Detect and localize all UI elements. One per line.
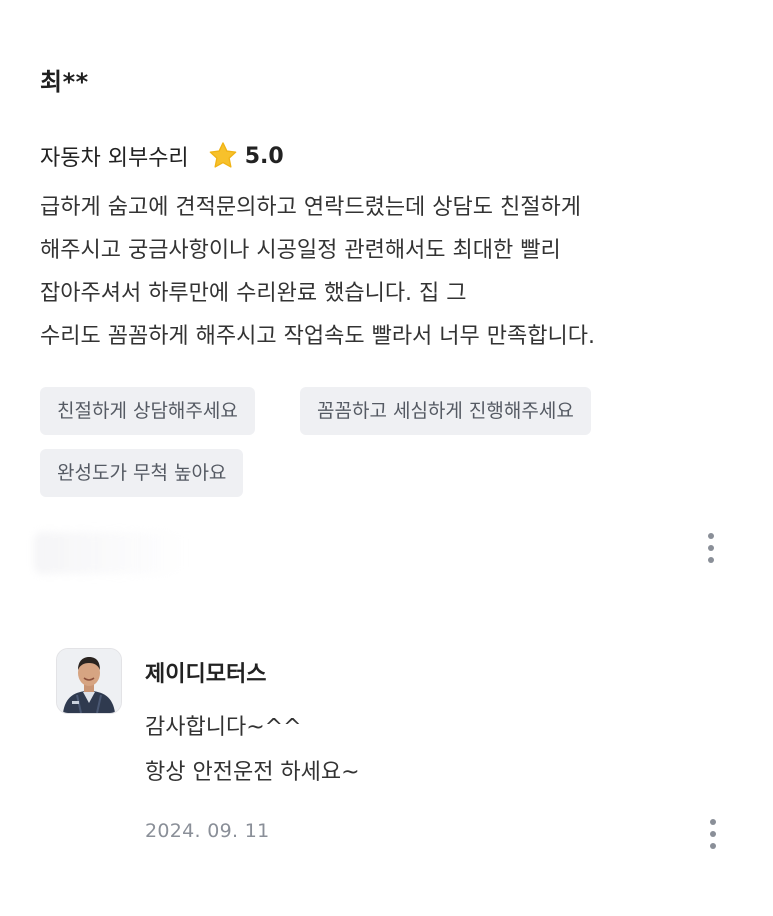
provider-avatar	[56, 648, 122, 714]
service-name: 자동차 외부수리	[40, 146, 189, 171]
provider-name: 제이디모터스	[145, 662, 267, 687]
review-text-line: 수리도 꼼꼼하게 해주시고 작업속도 빨라서 너무 만족합니다.	[40, 324, 595, 349]
review-tag: 꼼꼼하고 세심하게 진행해주세요	[300, 387, 591, 435]
review-text-line: 잡아주셔서 하루만에 수리완료 했습니다. 집 그	[40, 281, 467, 306]
more-vertical-icon	[708, 533, 714, 539]
reply-more-button[interactable]	[701, 814, 725, 854]
review-meta: 자동차 외부수리 5.0	[40, 138, 284, 174]
review-text-line: 급하게 숨고에 견적문의하고 연락드렸는데 상담도 친절하게	[40, 195, 581, 220]
star-icon	[207, 140, 239, 172]
blurred-placeholder	[34, 532, 184, 574]
review-more-button[interactable]	[699, 528, 723, 568]
review-text: 급하게 숨고에 견적문의하고 연락드렸는데 상담도 친절하게 해주시고 궁금사항…	[40, 186, 740, 358]
review-text-line: 해주시고 궁금사항이나 시공일정 관련해서도 최대한 빨리	[40, 238, 561, 263]
review-tag: 친절하게 상담해주세요	[40, 387, 255, 435]
reply-text: 감사합니다~^^ 항상 안전운전 하세요~	[145, 705, 360, 795]
more-vertical-icon	[710, 819, 716, 825]
review-tag: 완성도가 무척 높아요	[40, 449, 244, 497]
reviewer-name: 최**	[40, 68, 89, 96]
rating-value: 5.0	[244, 143, 284, 169]
reply-text-line: 감사합니다~^^	[145, 715, 302, 740]
reply-text-line: 항상 안전운전 하세요~	[145, 760, 360, 785]
reply-date: 2024. 09. 11	[145, 820, 270, 842]
